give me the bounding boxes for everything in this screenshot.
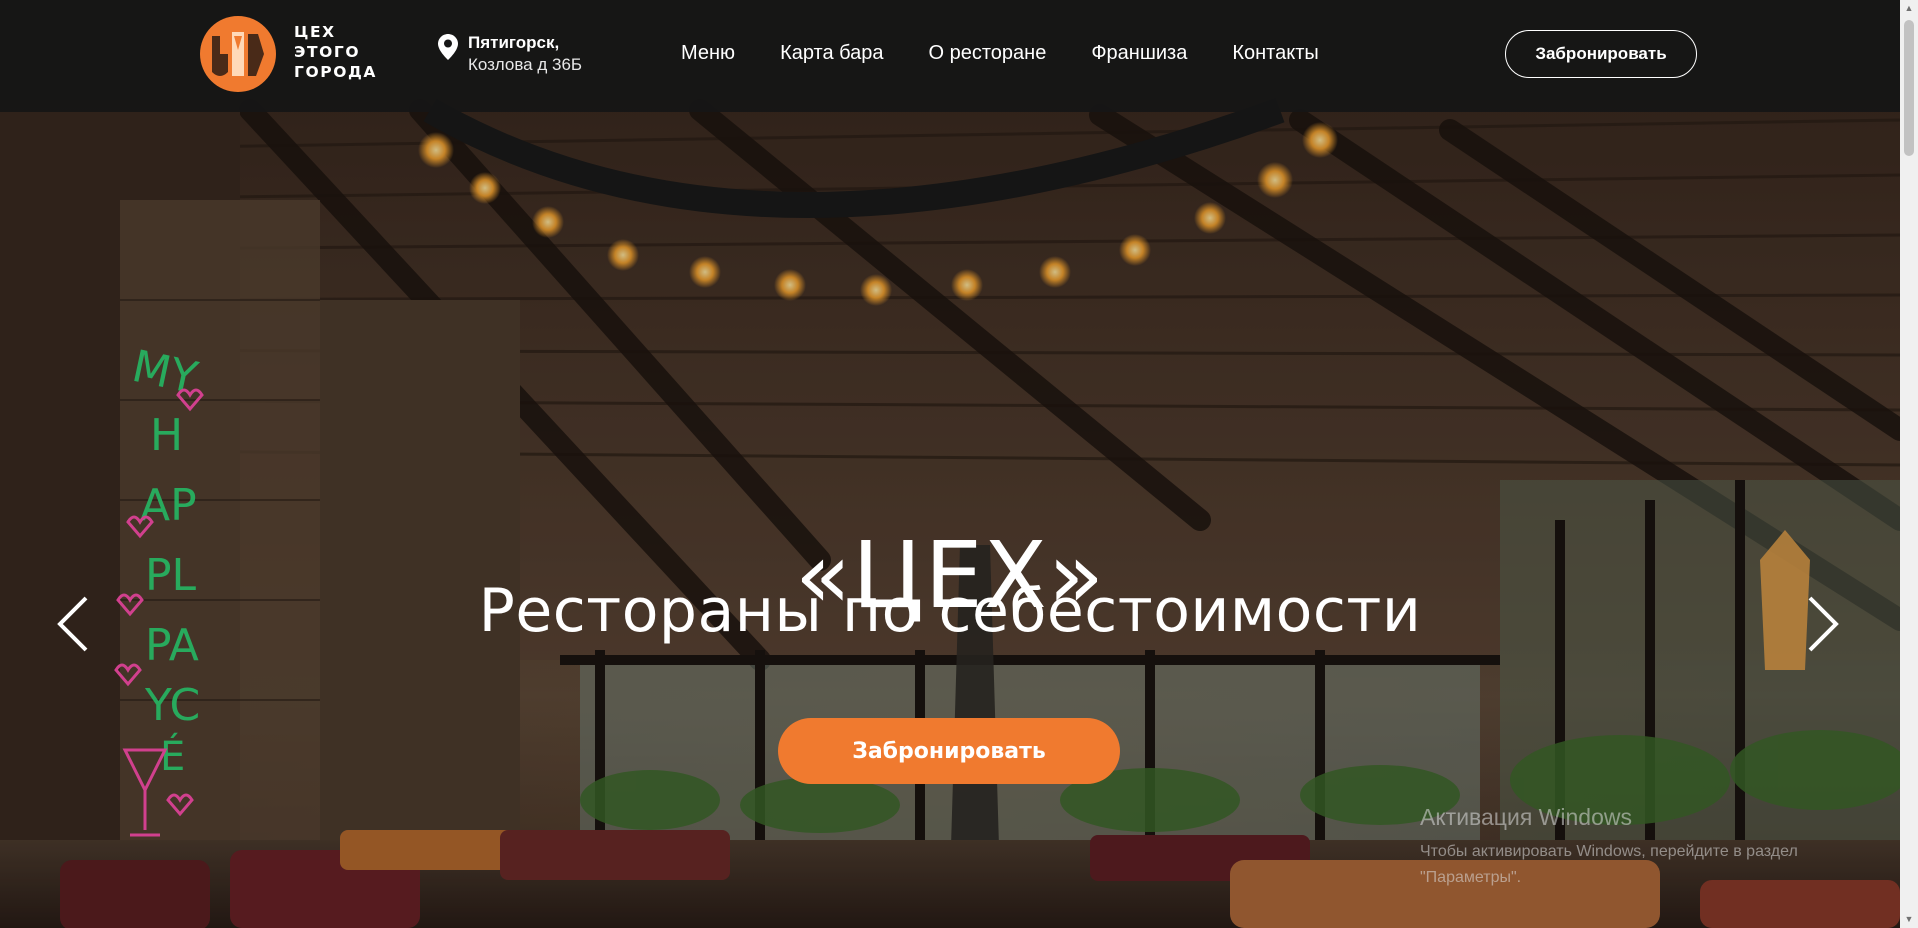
location-pin-icon: [438, 34, 458, 60]
nav-about[interactable]: О ресторане: [929, 42, 1047, 65]
logo-line-2: ЭТОГО: [294, 43, 361, 61]
hero-background: MY H AP PL PA YC É: [0, 0, 1900, 928]
hero-book-button[interactable]: Забронировать: [778, 718, 1120, 784]
hero-dim-overlay: [0, 0, 1900, 928]
logo-line-3: ГОРОДА: [294, 63, 377, 81]
scroll-down-arrow-icon[interactable]: ▼: [1900, 911, 1918, 928]
slider-prev-arrow-icon[interactable]: [54, 592, 94, 656]
watermark-line-1: Чтобы активировать Windows, перейдите в …: [1420, 843, 1798, 860]
nav-bar-card[interactable]: Карта бара: [780, 42, 883, 65]
windows-activation-watermark: Активация Windows Чтобы активировать Win…: [1420, 804, 1798, 891]
site-header: ЦЕХ ЭТОГО ГОРОДА Пятигорск, Козлова д 36…: [0, 0, 1900, 112]
address-street: Козлова д 36Б: [468, 55, 583, 74]
header-book-button[interactable]: Забронировать: [1505, 30, 1697, 78]
watermark-line-2: "Параметры".: [1420, 869, 1522, 886]
slider-next-arrow-icon[interactable]: [1802, 592, 1842, 656]
logo-line-1: ЦЕХ: [294, 23, 336, 41]
restaurant-logo[interactable]: [198, 14, 278, 94]
nav-franchise[interactable]: Франшиза: [1091, 42, 1187, 65]
page-scrollbar[interactable]: ▲ ▼: [1900, 0, 1918, 928]
watermark-title: Активация Windows: [1420, 804, 1632, 830]
nav-menu[interactable]: Меню: [681, 42, 735, 65]
main-nav: Меню Карта бара О ресторане Франшиза Кон…: [681, 42, 1319, 65]
logo-text[interactable]: ЦЕХ ЭТОГО ГОРОДА: [294, 22, 377, 82]
nav-contacts[interactable]: Контакты: [1232, 42, 1318, 65]
address-city: Пятигорск,: [468, 33, 560, 52]
hero-subtitle: Рестораны по себестоимости: [478, 576, 1422, 646]
scroll-up-arrow-icon[interactable]: ▲: [1900, 0, 1918, 17]
scroll-thumb[interactable]: [1904, 20, 1914, 156]
